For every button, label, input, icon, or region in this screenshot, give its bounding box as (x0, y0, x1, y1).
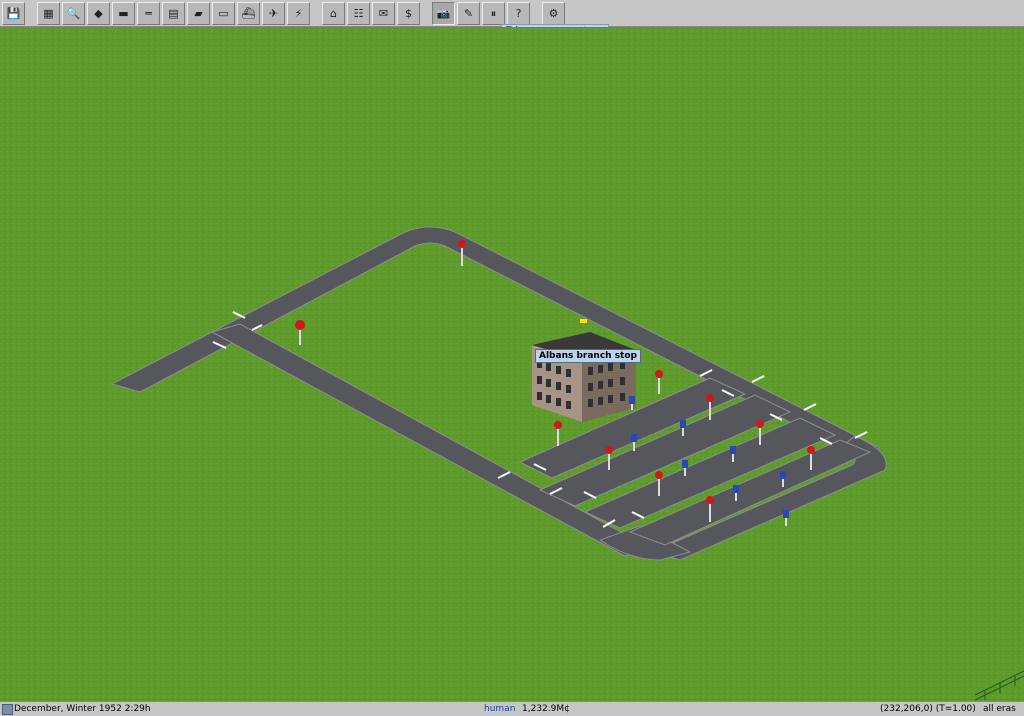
era-filter: all eras (983, 704, 1016, 714)
pause-icon: ⏸ (490, 6, 497, 20)
bus-icon: ▰ (194, 6, 203, 20)
list-button[interactable]: ☷ (347, 1, 370, 25)
minimap-button[interactable]: ▦ (37, 1, 60, 25)
main-toolbar: 💾 ▦ 🔍 ◆ ▬ ═ ▤ ▰ ▭ ⛴ ✈ ⚡ ⌂ ☷ ✉ $ 📷 ✎ ⏸? ⚙ (0, 0, 1024, 27)
help-icon: ? (515, 6, 522, 20)
finances-button[interactable]: $ (397, 1, 420, 25)
date-time: December, Winter 1952 2:29h (14, 704, 151, 714)
ship-button[interactable]: ⛴ (237, 1, 260, 25)
finances-icon: $ (405, 6, 412, 20)
settings-icon: ⚙ (548, 6, 559, 20)
special-buildings-button[interactable]: ⌂ (322, 1, 345, 25)
terrain-tools-icon: ◆ (94, 6, 103, 20)
tram-tools-icon: ▤ (168, 6, 179, 20)
truck-button[interactable]: ▭ (212, 1, 235, 25)
stop-name-label[interactable]: Albans branch stop (535, 349, 641, 363)
road-tools-button[interactable]: ▬ (112, 1, 135, 25)
powerline-icon: ⚡ (294, 6, 303, 20)
mail-button[interactable]: ✉ (372, 1, 395, 25)
player-name: human (484, 704, 516, 714)
ship-icon: ⛴ (241, 6, 256, 20)
toolbar-separator (25, 2, 35, 24)
floppy-disk-icon: 💾 (6, 6, 21, 20)
airplane-icon: ✈ (268, 6, 279, 20)
pause-button[interactable]: ⏸ (482, 1, 505, 25)
road-tools-icon: ▬ (118, 6, 129, 20)
map-viewport[interactable]: Albans branch stop (0, 27, 1024, 701)
cursor-coords: (232,206,0) (T=1.00) (880, 704, 976, 714)
floppy-disk-button[interactable]: 💾 (2, 1, 25, 25)
toolbar-separator (420, 2, 430, 24)
toolbar-separator (310, 2, 320, 24)
magnifier-button[interactable]: 🔍 (62, 1, 85, 25)
tram-tools-button[interactable]: ▤ (162, 1, 185, 25)
status-bar: December, Winter 1952 2:29h human 1,232.… (0, 701, 1024, 716)
camera-icon: 📷 (436, 6, 451, 20)
map-canvas[interactable] (0, 27, 1024, 701)
rail-tools-button[interactable]: ═ (137, 1, 160, 25)
minimap-icon: ▦ (43, 6, 54, 20)
money: 1,232.9M¢ (522, 704, 570, 714)
help-button[interactable]: ? (507, 1, 530, 25)
chat-button[interactable]: ✎ (457, 1, 480, 25)
truck-icon: ▭ (218, 6, 229, 20)
status-icon (2, 704, 13, 715)
rail-tools-icon: ═ (145, 6, 152, 20)
mail-icon: ✉ (378, 6, 389, 20)
toolbar-separator (530, 2, 540, 24)
list-icon: ☷ (353, 6, 364, 20)
special-buildings-icon: ⌂ (330, 6, 337, 20)
terrain-tools-button[interactable]: ◆ (87, 1, 110, 25)
powerline-button[interactable]: ⚡ (287, 1, 310, 25)
settings-button[interactable]: ⚙ (542, 1, 565, 25)
airplane-button[interactable]: ✈ (262, 1, 285, 25)
chat-icon: ✎ (463, 6, 474, 20)
camera-button[interactable]: 📷 (432, 1, 455, 25)
magnifier-icon: 🔍 (66, 6, 81, 20)
bus-button[interactable]: ▰ (187, 1, 210, 25)
